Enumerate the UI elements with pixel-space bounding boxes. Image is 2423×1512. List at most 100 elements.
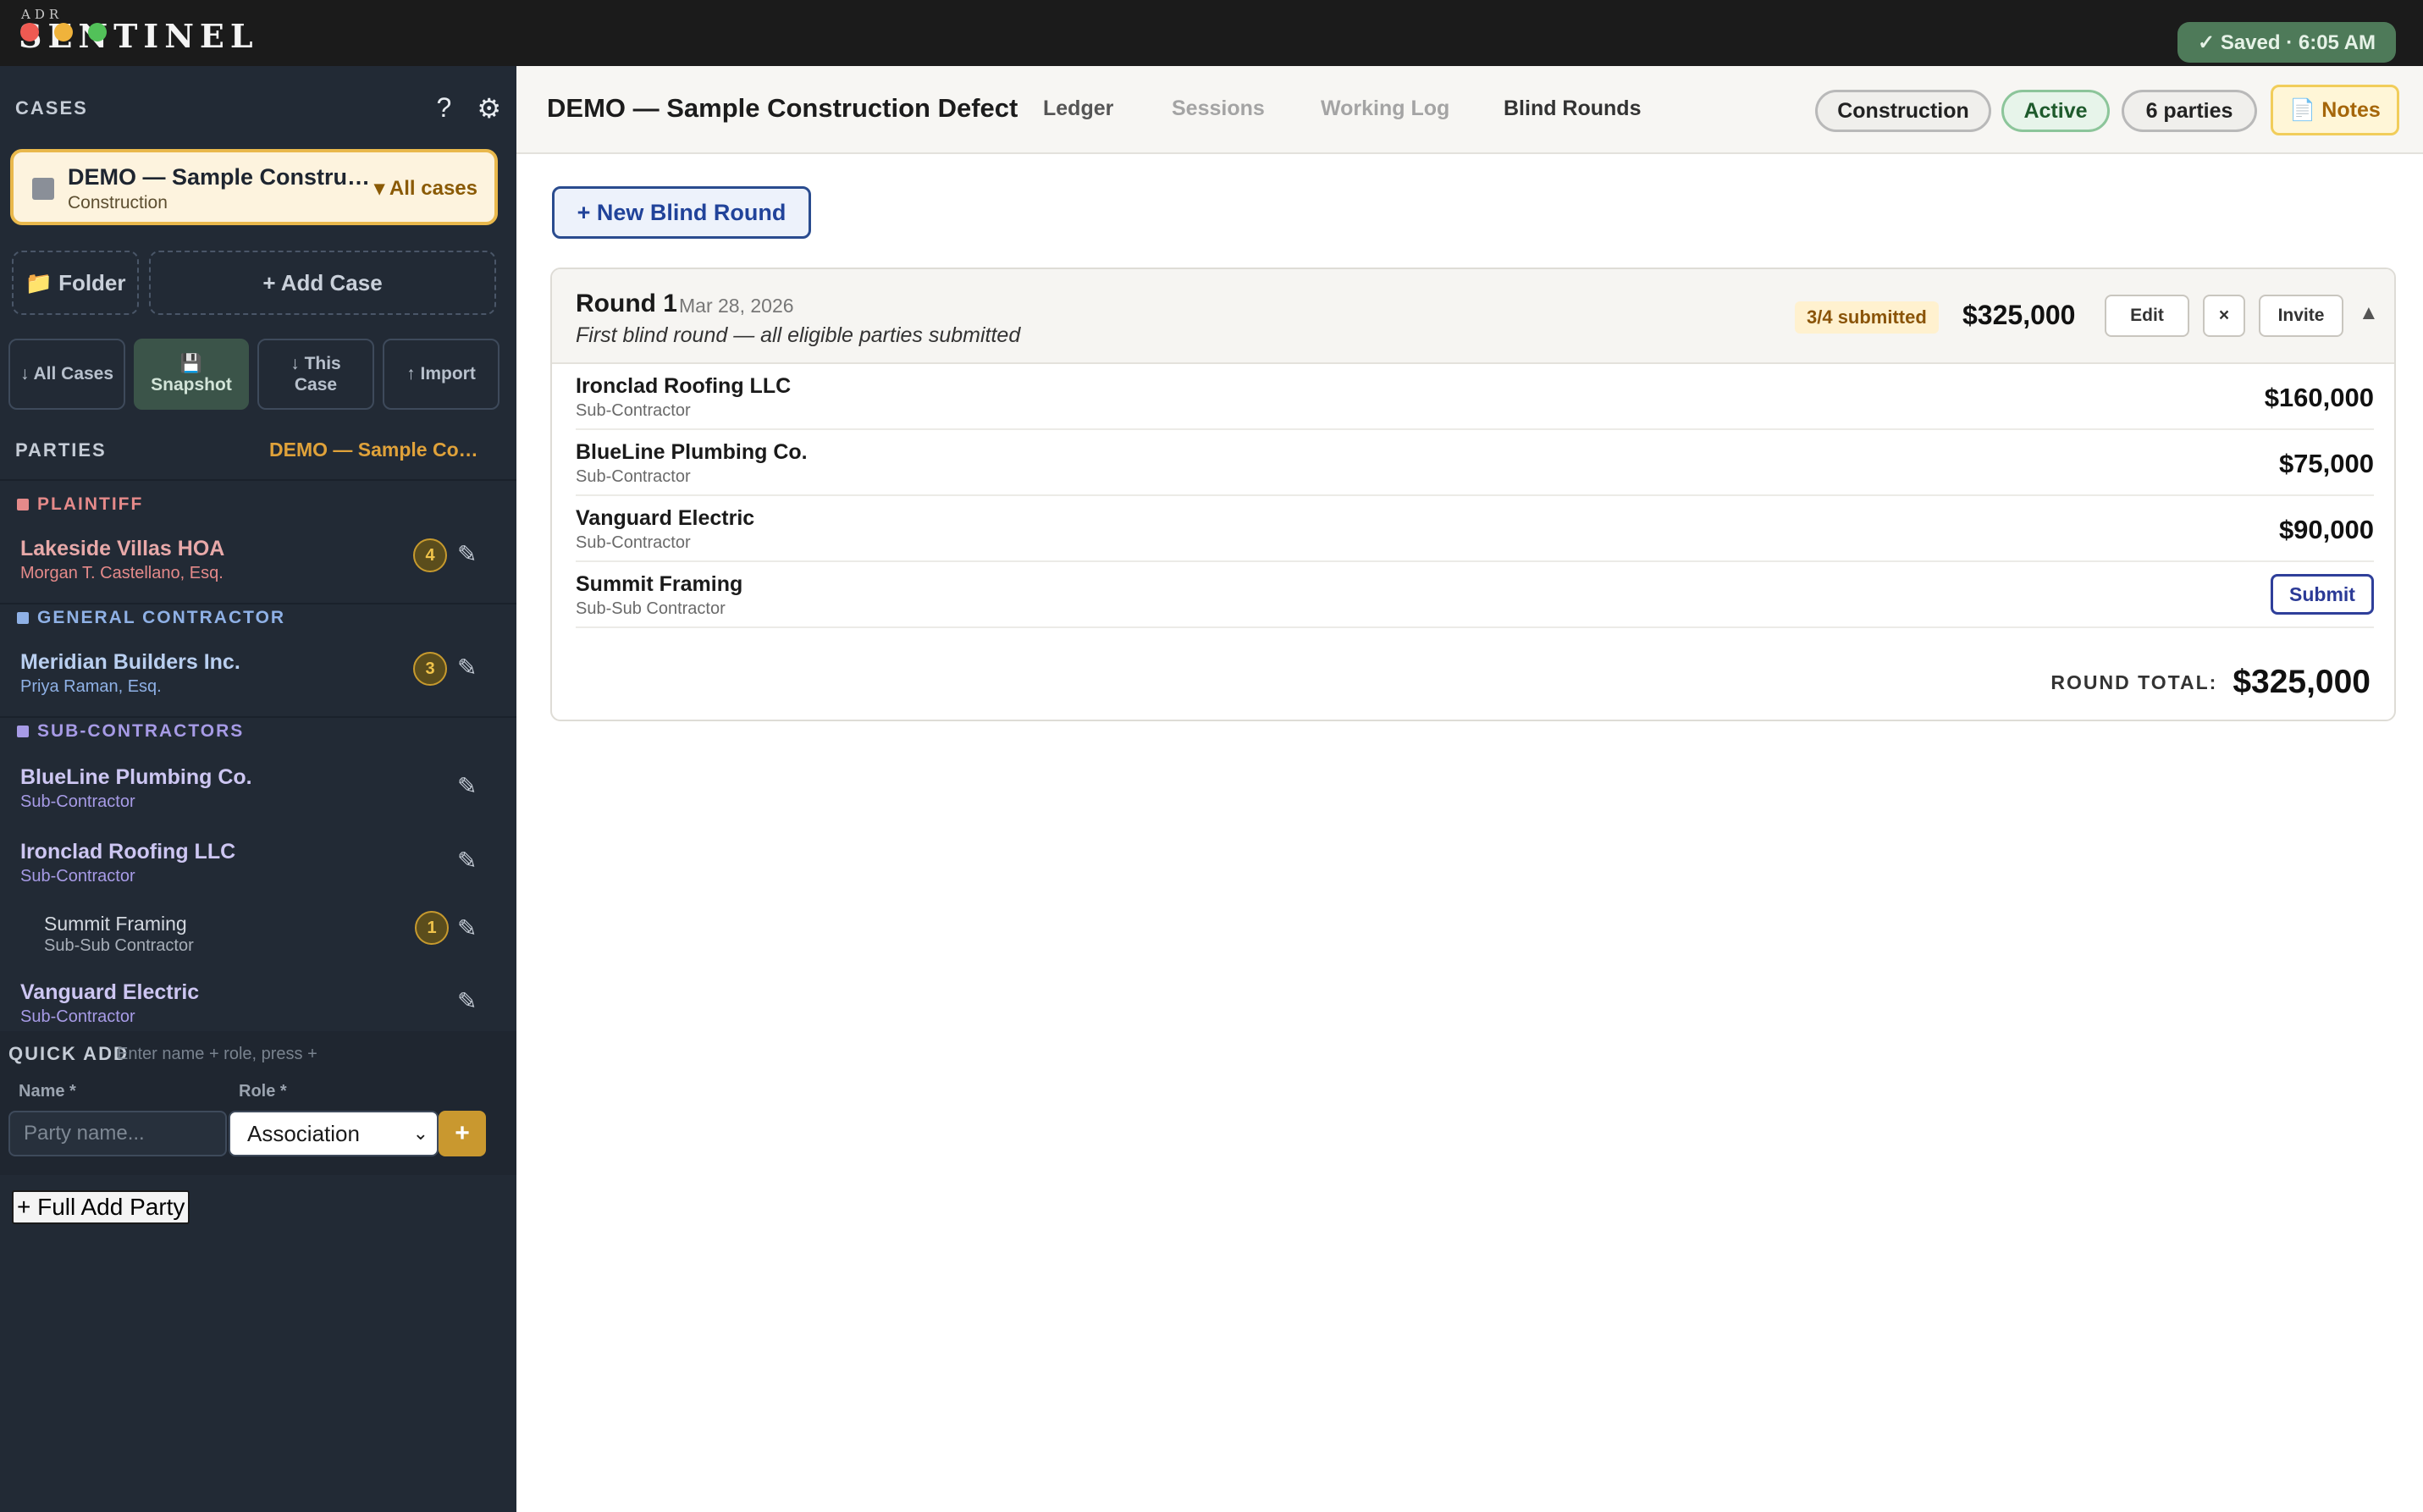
tab-ledger[interactable]: Ledger <box>1043 97 1113 121</box>
add-case-button[interactable]: + Add Case <box>149 251 496 315</box>
edit-party-icon[interactable]: ✎ <box>457 847 477 875</box>
tab-sessions[interactable]: Sessions <box>1172 97 1265 121</box>
party-item-meridian-builders[interactable]: Meridian Builders Inc. Priya Raman, Esq.… <box>0 643 516 716</box>
party-name: Ironclad Roofing LLC <box>20 840 236 864</box>
round-description: First blind round — all eligible parties… <box>576 323 1021 347</box>
round-total-amount: $325,000 <box>1962 300 2076 330</box>
gear-icon[interactable]: ⚙ <box>477 92 501 124</box>
quick-add-panel: QUICK ADD Enter name + role, press + Nam… <box>0 1031 516 1175</box>
parties-case-name: DEMO — Sample Construction Defect <box>269 439 489 461</box>
edit-party-icon[interactable]: ✎ <box>457 914 477 942</box>
row-party-role: Sub-Sub Contractor <box>576 599 726 618</box>
group-label-general-contractor: GENERAL CONTRACTOR <box>17 608 285 628</box>
page-title: DEMO — Sample Construction Defect <box>547 93 1018 123</box>
row-party-role: Sub-Contractor <box>576 533 691 552</box>
case-header: DEMO — Sample Construction Defect Ledger… <box>516 66 2423 154</box>
case-status-badge: Active <box>2001 90 2110 132</box>
notes-button[interactable]: 📄 Notes <box>2271 85 2399 135</box>
sidebar-header: CASES ? ⚙ <box>15 91 501 125</box>
blind-round-card: Round 1 Mar 28, 2026 First blind round —… <box>550 268 2396 721</box>
window-minimize-button[interactable] <box>54 23 73 41</box>
edit-party-icon[interactable]: ✎ <box>457 772 477 800</box>
round-total-row: ROUND TOTAL: $325,000 <box>2050 664 2371 701</box>
full-add-party-button[interactable]: + Full Add Party <box>12 1190 190 1224</box>
party-item-blueline-plumbing[interactable]: BlueLine Plumbing Co. Sub-Contractor ✎ <box>0 759 516 831</box>
edit-party-icon[interactable]: ✎ <box>457 540 477 568</box>
row-amount: $160,000 <box>2264 383 2374 412</box>
sidebar: CASES ? ⚙ DEMO — Sample Construction Def… <box>0 66 516 1512</box>
top-bar: ADR SENTINEL ✓ Saved · 6:05 AM <box>0 0 2423 66</box>
snapshot-button[interactable]: 💾 Snapshot <box>134 339 249 410</box>
round-date: Mar 28, 2026 <box>679 295 794 317</box>
session-count-badge: 3 <box>413 652 447 686</box>
row-party-name: Summit Framing <box>576 572 743 596</box>
help-icon[interactable]: ? <box>437 92 452 124</box>
row-party-name: BlueLine Plumbing Co. <box>576 440 808 464</box>
group-label-text: SUB-CONTRACTORS <box>37 721 245 741</box>
session-count-badge: 4 <box>413 538 447 572</box>
session-count-badge: 1 <box>415 911 449 945</box>
role-select-value: Association <box>247 1120 360 1146</box>
group-color-marker <box>17 612 29 624</box>
edit-party-icon[interactable]: ✎ <box>457 987 477 1015</box>
window-maximize-button[interactable] <box>88 23 107 41</box>
cases-heading: CASES <box>15 97 88 119</box>
party-role: Sub-Sub Contractor <box>44 936 194 955</box>
collapse-icon[interactable]: ▲ <box>2359 301 2379 325</box>
party-item-vanguard-electric[interactable]: Vanguard Electric Sub-Contractor ✎ <box>0 972 516 1040</box>
submit-offer-button[interactable]: Submit <box>2271 574 2374 615</box>
round-title: Round 1 <box>576 290 677 317</box>
edit-round-button[interactable]: Edit <box>2105 295 2189 337</box>
table-row: Summit Framing Sub-Sub Contractor Submit <box>576 562 2374 628</box>
import-button[interactable]: ↑ Import <box>383 339 500 410</box>
row-party-role: Sub-Contractor <box>576 467 691 486</box>
all-cases-dropdown[interactable]: ▾ All cases <box>374 176 477 201</box>
export-all-cases-button[interactable]: ↓ All Cases <box>8 339 125 410</box>
current-case-type: Construction <box>68 193 168 212</box>
invite-button[interactable]: Invite <box>2259 295 2343 337</box>
folder-button[interactable]: 📁 Folder <box>12 251 139 315</box>
row-amount: $75,000 <box>2278 449 2374 478</box>
row-party-role: Sub-Contractor <box>576 401 691 420</box>
party-item-summit-framing[interactable]: Summit Framing Sub-Sub Contractor 1 ✎ <box>0 904 516 972</box>
divider <box>0 603 516 604</box>
party-name: Lakeside Villas HOA <box>20 537 225 560</box>
tab-blind-rounds[interactable]: Blind Rounds <box>1504 97 1641 121</box>
table-row: BlueLine Plumbing Co. Sub-Contractor $75… <box>576 430 2374 496</box>
party-name: Vanguard Electric <box>20 980 200 1004</box>
party-role: Sub-Contractor <box>20 867 135 886</box>
new-blind-round-button[interactable]: + New Blind Round <box>552 186 811 239</box>
group-label-sub-contractors: SUB-CONTRACTORS <box>17 721 244 742</box>
party-role: Sub-Contractor <box>20 792 135 811</box>
chevron-down-icon: ⌄ <box>412 1123 428 1144</box>
group-color-marker <box>17 499 29 510</box>
parties-header: PARTIES DEMO — Sample Construction Defec… <box>15 439 489 461</box>
delete-round-button[interactable]: × <box>2203 295 2245 337</box>
group-label-plaintiff: PLAINTIFF <box>17 494 143 515</box>
current-case-name: DEMO — Sample Construction Defect <box>68 164 373 190</box>
building-icon <box>32 178 54 200</box>
case-type-badge: Construction <box>1815 90 1991 132</box>
tab-working-log[interactable]: Working Log <box>1321 97 1449 121</box>
table-row: Ironclad Roofing LLC Sub-Contractor $160… <box>576 364 2374 430</box>
party-name: Meridian Builders Inc. <box>20 650 240 674</box>
party-item-lakeside-villas[interactable]: Lakeside Villas HOA Morgan T. Castellano… <box>0 530 516 603</box>
table-row: Vanguard Electric Sub-Contractor $90,000 <box>576 496 2374 562</box>
quick-add-button[interactable]: + <box>439 1111 486 1156</box>
round-total-label: ROUND TOTAL: <box>2050 670 2218 693</box>
row-party-name: Ironclad Roofing LLC <box>576 374 792 398</box>
role-select[interactable]: Association ⌄ <box>229 1111 439 1156</box>
party-item-ironclad-roofing[interactable]: Ironclad Roofing LLC Sub-Contractor ✎ <box>0 831 516 904</box>
name-field-label: Name * <box>19 1082 76 1101</box>
window-close-button[interactable] <box>20 23 39 41</box>
edit-party-icon[interactable]: ✎ <box>457 654 477 682</box>
current-case-card[interactable]: DEMO — Sample Construction Defect Constr… <box>10 149 498 225</box>
quick-add-hint: Enter name + role, press + <box>117 1045 317 1063</box>
role-field-label: Role * <box>239 1082 287 1101</box>
group-color-marker <box>17 726 29 737</box>
party-name-input[interactable]: Party name... <box>8 1111 227 1156</box>
export-this-case-button[interactable]: ↓ This Case <box>257 339 374 410</box>
party-role: Sub-Contractor <box>20 1007 135 1026</box>
party-counsel: Morgan T. Castellano, Esq. <box>20 564 224 582</box>
round-header[interactable]: Round 1 Mar 28, 2026 First blind round —… <box>552 269 2394 364</box>
